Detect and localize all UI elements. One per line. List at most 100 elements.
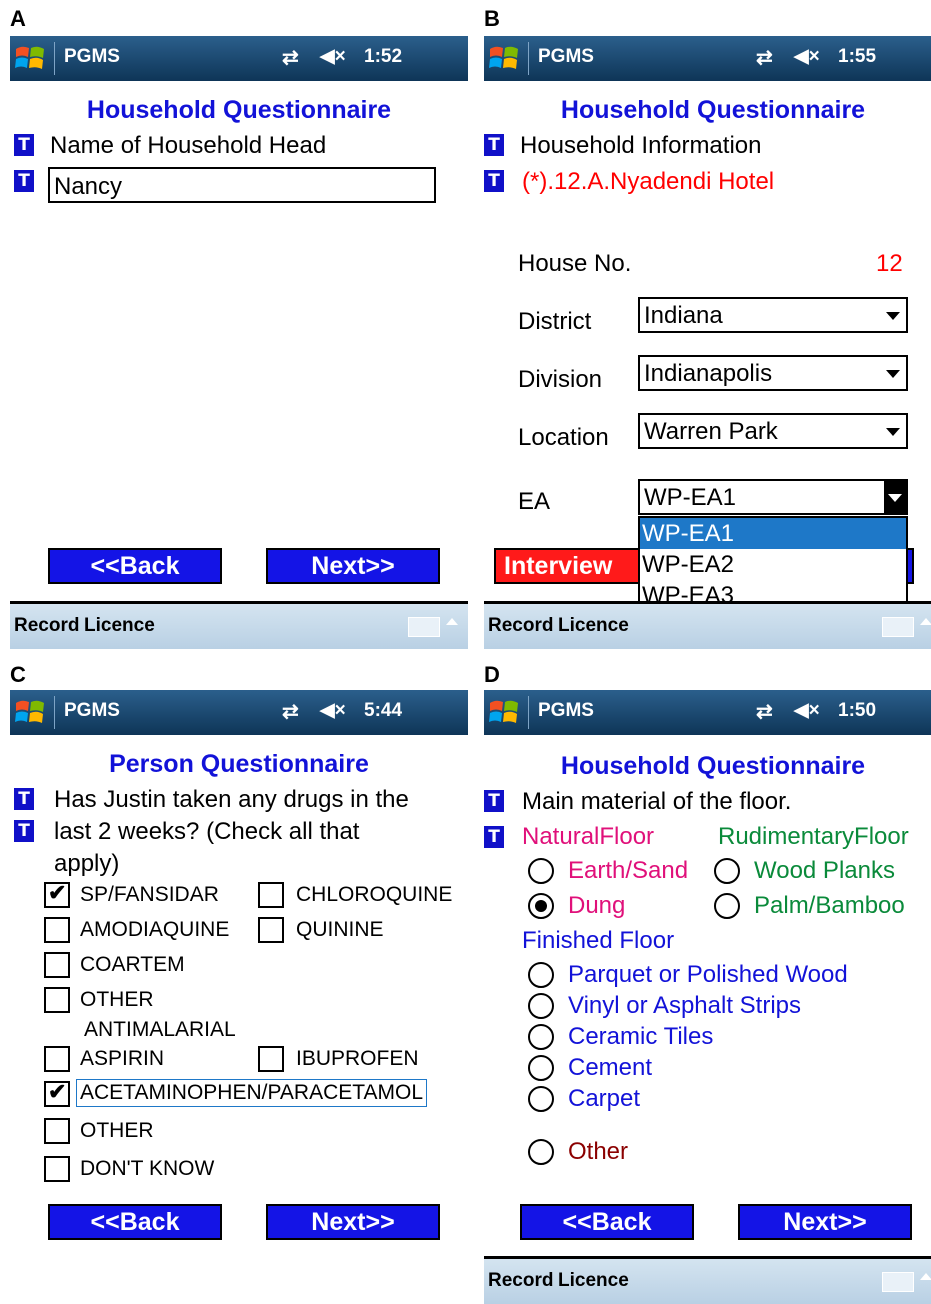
text-field-icon: T <box>14 820 34 842</box>
question-label: Main material of the floor. <box>522 788 792 815</box>
checkmark-icon: ✔ <box>48 1079 67 1104</box>
text-field-icon: T <box>14 170 34 192</box>
windows-start-icon[interactable] <box>488 43 520 73</box>
ea-value: WP-EA1 <box>644 484 737 511</box>
ceramic-radio[interactable] <box>528 1024 554 1050</box>
chloroquine-checkbox[interactable] <box>258 882 284 908</box>
chevron-down-icon <box>888 494 902 502</box>
page-title: Household Questionnaire <box>560 96 866 124</box>
back-button[interactable]: <<Back <box>48 1204 222 1240</box>
location-value: Warren Park <box>644 418 778 445</box>
acetaminophen-checkbox[interactable]: ✔ <box>44 1079 70 1107</box>
ceramic-label: Ceramic Tiles <box>568 1023 714 1050</box>
keyboard-icon[interactable] <box>408 617 440 637</box>
bottom-bar: Record Licence <box>484 1256 931 1304</box>
licence-softkey[interactable]: Licence <box>558 615 629 637</box>
division-label: Division <box>518 366 603 393</box>
licence-softkey[interactable]: Licence <box>558 1270 629 1292</box>
back-button[interactable]: <<Back <box>48 548 222 584</box>
coartem-label: COARTEM <box>80 953 185 976</box>
keyboard-toggle-arrow-icon[interactable] <box>920 618 931 625</box>
other-checkbox[interactable] <box>44 1118 70 1144</box>
interview-button[interactable]: Interview <box>494 548 642 584</box>
connectivity-icon[interactable]: ⇄ <box>756 699 773 724</box>
other-label: OTHER <box>80 1119 154 1142</box>
ibuprofen-checkbox[interactable] <box>258 1046 284 1072</box>
keyboard-icon[interactable] <box>882 1272 914 1292</box>
dropdown-button[interactable] <box>884 481 906 513</box>
dont-know-checkbox[interactable] <box>44 1156 70 1182</box>
text-field-icon: T <box>484 826 504 848</box>
location-label: Location <box>518 424 609 451</box>
keyboard-toggle-arrow-icon[interactable] <box>920 1273 931 1280</box>
record-softkey[interactable]: Record <box>14 615 79 637</box>
ea-select[interactable]: WP-EA1 <box>638 479 908 515</box>
palm-bamboo-label: Palm/Bamboo <box>754 892 905 919</box>
household-head-input[interactable]: Nancy <box>48 167 436 203</box>
connectivity-icon[interactable]: ⇄ <box>756 45 773 70</box>
other-antimalarial-checkbox[interactable] <box>44 987 70 1013</box>
app-name: PGMS <box>64 700 120 721</box>
question-line-2: last 2 weeks? (Check all that <box>54 818 360 845</box>
division-value: Indianapolis <box>644 360 773 387</box>
ibuprofen-label: IBUPROFEN <box>296 1047 419 1070</box>
location-select[interactable]: Warren Park <box>638 413 908 449</box>
windows-start-icon[interactable] <box>14 43 46 73</box>
title-bar: PGMS ⇄ ◀× 1:52 <box>10 36 468 81</box>
wood-planks-radio[interactable] <box>714 858 740 884</box>
vinyl-radio[interactable] <box>528 993 554 1019</box>
volume-icon[interactable]: ◀× <box>320 45 346 68</box>
question-label: Household Information <box>520 132 762 159</box>
volume-icon[interactable]: ◀× <box>320 699 346 722</box>
record-softkey[interactable]: Record <box>488 1270 553 1292</box>
phone-screen-b: PGMS ⇄ ◀× 1:55 Household Questionnaire T… <box>484 36 931 649</box>
phone-screen-a: PGMS ⇄ ◀× 1:52 Household Questionnaire T… <box>10 36 468 649</box>
connectivity-icon[interactable]: ⇄ <box>282 699 299 724</box>
title-bar: PGMS ⇄ ◀× 1:55 <box>484 36 931 81</box>
vinyl-label: Vinyl or Asphalt Strips <box>568 992 802 1019</box>
keyboard-toggle-arrow-icon[interactable] <box>446 618 458 625</box>
app-name: PGMS <box>538 46 594 67</box>
connectivity-icon[interactable]: ⇄ <box>282 45 299 70</box>
question-line-3: apply) <box>54 850 120 877</box>
sp-fansidar-checkbox[interactable]: ✔ <box>44 880 70 908</box>
volume-icon[interactable]: ◀× <box>794 699 820 722</box>
aspirin-label: ASPIRIN <box>80 1047 165 1070</box>
title-bar: PGMS ⇄ ◀× 5:44 <box>10 690 468 735</box>
division-select[interactable]: Indianapolis <box>638 355 908 391</box>
district-select[interactable]: Indiana <box>638 297 908 333</box>
record-softkey[interactable]: Record <box>488 615 553 637</box>
dung-radio[interactable] <box>528 893 554 919</box>
ea-option[interactable]: WP-EA2 <box>640 549 906 580</box>
dung-label: Dung <box>568 892 626 919</box>
cement-radio[interactable] <box>528 1055 554 1081</box>
aspirin-checkbox[interactable] <box>44 1046 70 1072</box>
text-field-icon: T <box>484 170 504 192</box>
other-label: Other <box>568 1138 629 1165</box>
ea-label: EA <box>518 488 551 515</box>
ea-option[interactable]: WP-EA1 <box>640 518 906 549</box>
licence-softkey[interactable]: Licence <box>84 615 155 637</box>
keyboard-icon[interactable] <box>882 617 914 637</box>
windows-start-icon[interactable] <box>488 697 520 727</box>
parquet-radio[interactable] <box>528 962 554 988</box>
next-button[interactable]: Next>> <box>266 548 440 584</box>
next-button[interactable]: Next>> <box>266 1204 440 1240</box>
next-button[interactable]: Next>> <box>738 1204 912 1240</box>
back-button[interactable]: <<Back <box>520 1204 694 1240</box>
acetaminophen-label[interactable]: ACETAMINOPHEN/PARACETAMOL <box>76 1079 428 1107</box>
earth-sand-label: Earth/Sand <box>568 857 689 884</box>
carpet-radio[interactable] <box>528 1086 554 1112</box>
coartem-checkbox[interactable] <box>44 952 70 978</box>
title-separator <box>54 696 55 729</box>
palm-bamboo-radio[interactable] <box>714 893 740 919</box>
quinine-checkbox[interactable] <box>258 917 284 943</box>
volume-icon[interactable]: ◀× <box>794 45 820 68</box>
windows-start-icon[interactable] <box>14 697 46 727</box>
app-name: PGMS <box>64 46 120 67</box>
carpet-label: Carpet <box>568 1085 641 1112</box>
page-title: Person Questionnaire <box>109 750 369 778</box>
earth-sand-radio[interactable] <box>528 858 554 884</box>
amodiaquine-checkbox[interactable] <box>44 917 70 943</box>
other-radio[interactable] <box>528 1139 554 1165</box>
